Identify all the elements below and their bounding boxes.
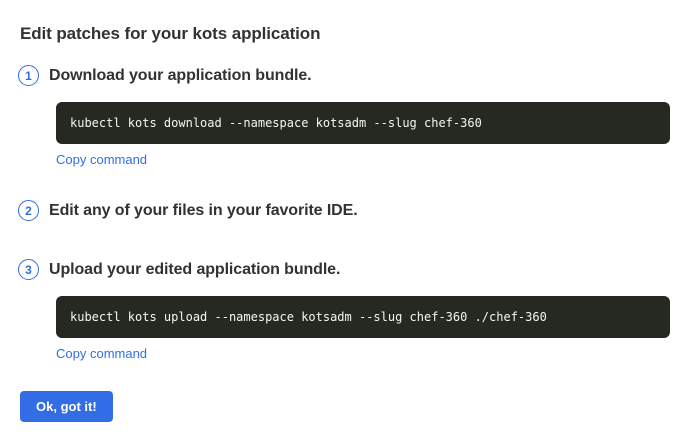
upload-copy-command-link[interactable]: Copy command <box>56 346 147 361</box>
ok-got-it-button[interactable]: Ok, got it! <box>20 391 113 422</box>
step-1-heading: Download your application bundle. <box>49 67 311 85</box>
download-copy-command-link[interactable]: Copy command <box>56 152 147 167</box>
step-2-number-badge: 2 <box>18 200 39 221</box>
download-command-code: kubectl kots download --namespace kotsad… <box>56 102 670 144</box>
step-3-number-badge: 3 <box>18 259 39 280</box>
page-title: Edit patches for your kots application <box>20 24 670 44</box>
step-upload-header: 3 Upload your edited application bundle. <box>18 259 670 280</box>
step-1-number-badge: 1 <box>18 65 39 86</box>
step-edit-header: 2 Edit any of your files in your favorit… <box>18 200 670 221</box>
step-download-header: 1 Download your application bundle. <box>18 65 670 86</box>
edit-patches-panel: Edit patches for your kots application 1… <box>0 0 690 422</box>
step-download-body: kubectl kots download --namespace kotsad… <box>56 102 670 169</box>
step-upload-body: kubectl kots upload --namespace kotsadm … <box>56 296 670 363</box>
upload-command-code: kubectl kots upload --namespace kotsadm … <box>56 296 670 338</box>
step-upload: 3 Upload your edited application bundle.… <box>18 259 670 363</box>
step-2-heading: Edit any of your files in your favorite … <box>49 202 358 220</box>
step-download: 1 Download your application bundle. kube… <box>18 65 670 169</box>
step-3-heading: Upload your edited application bundle. <box>49 261 340 279</box>
step-edit: 2 Edit any of your files in your favorit… <box>18 200 670 221</box>
